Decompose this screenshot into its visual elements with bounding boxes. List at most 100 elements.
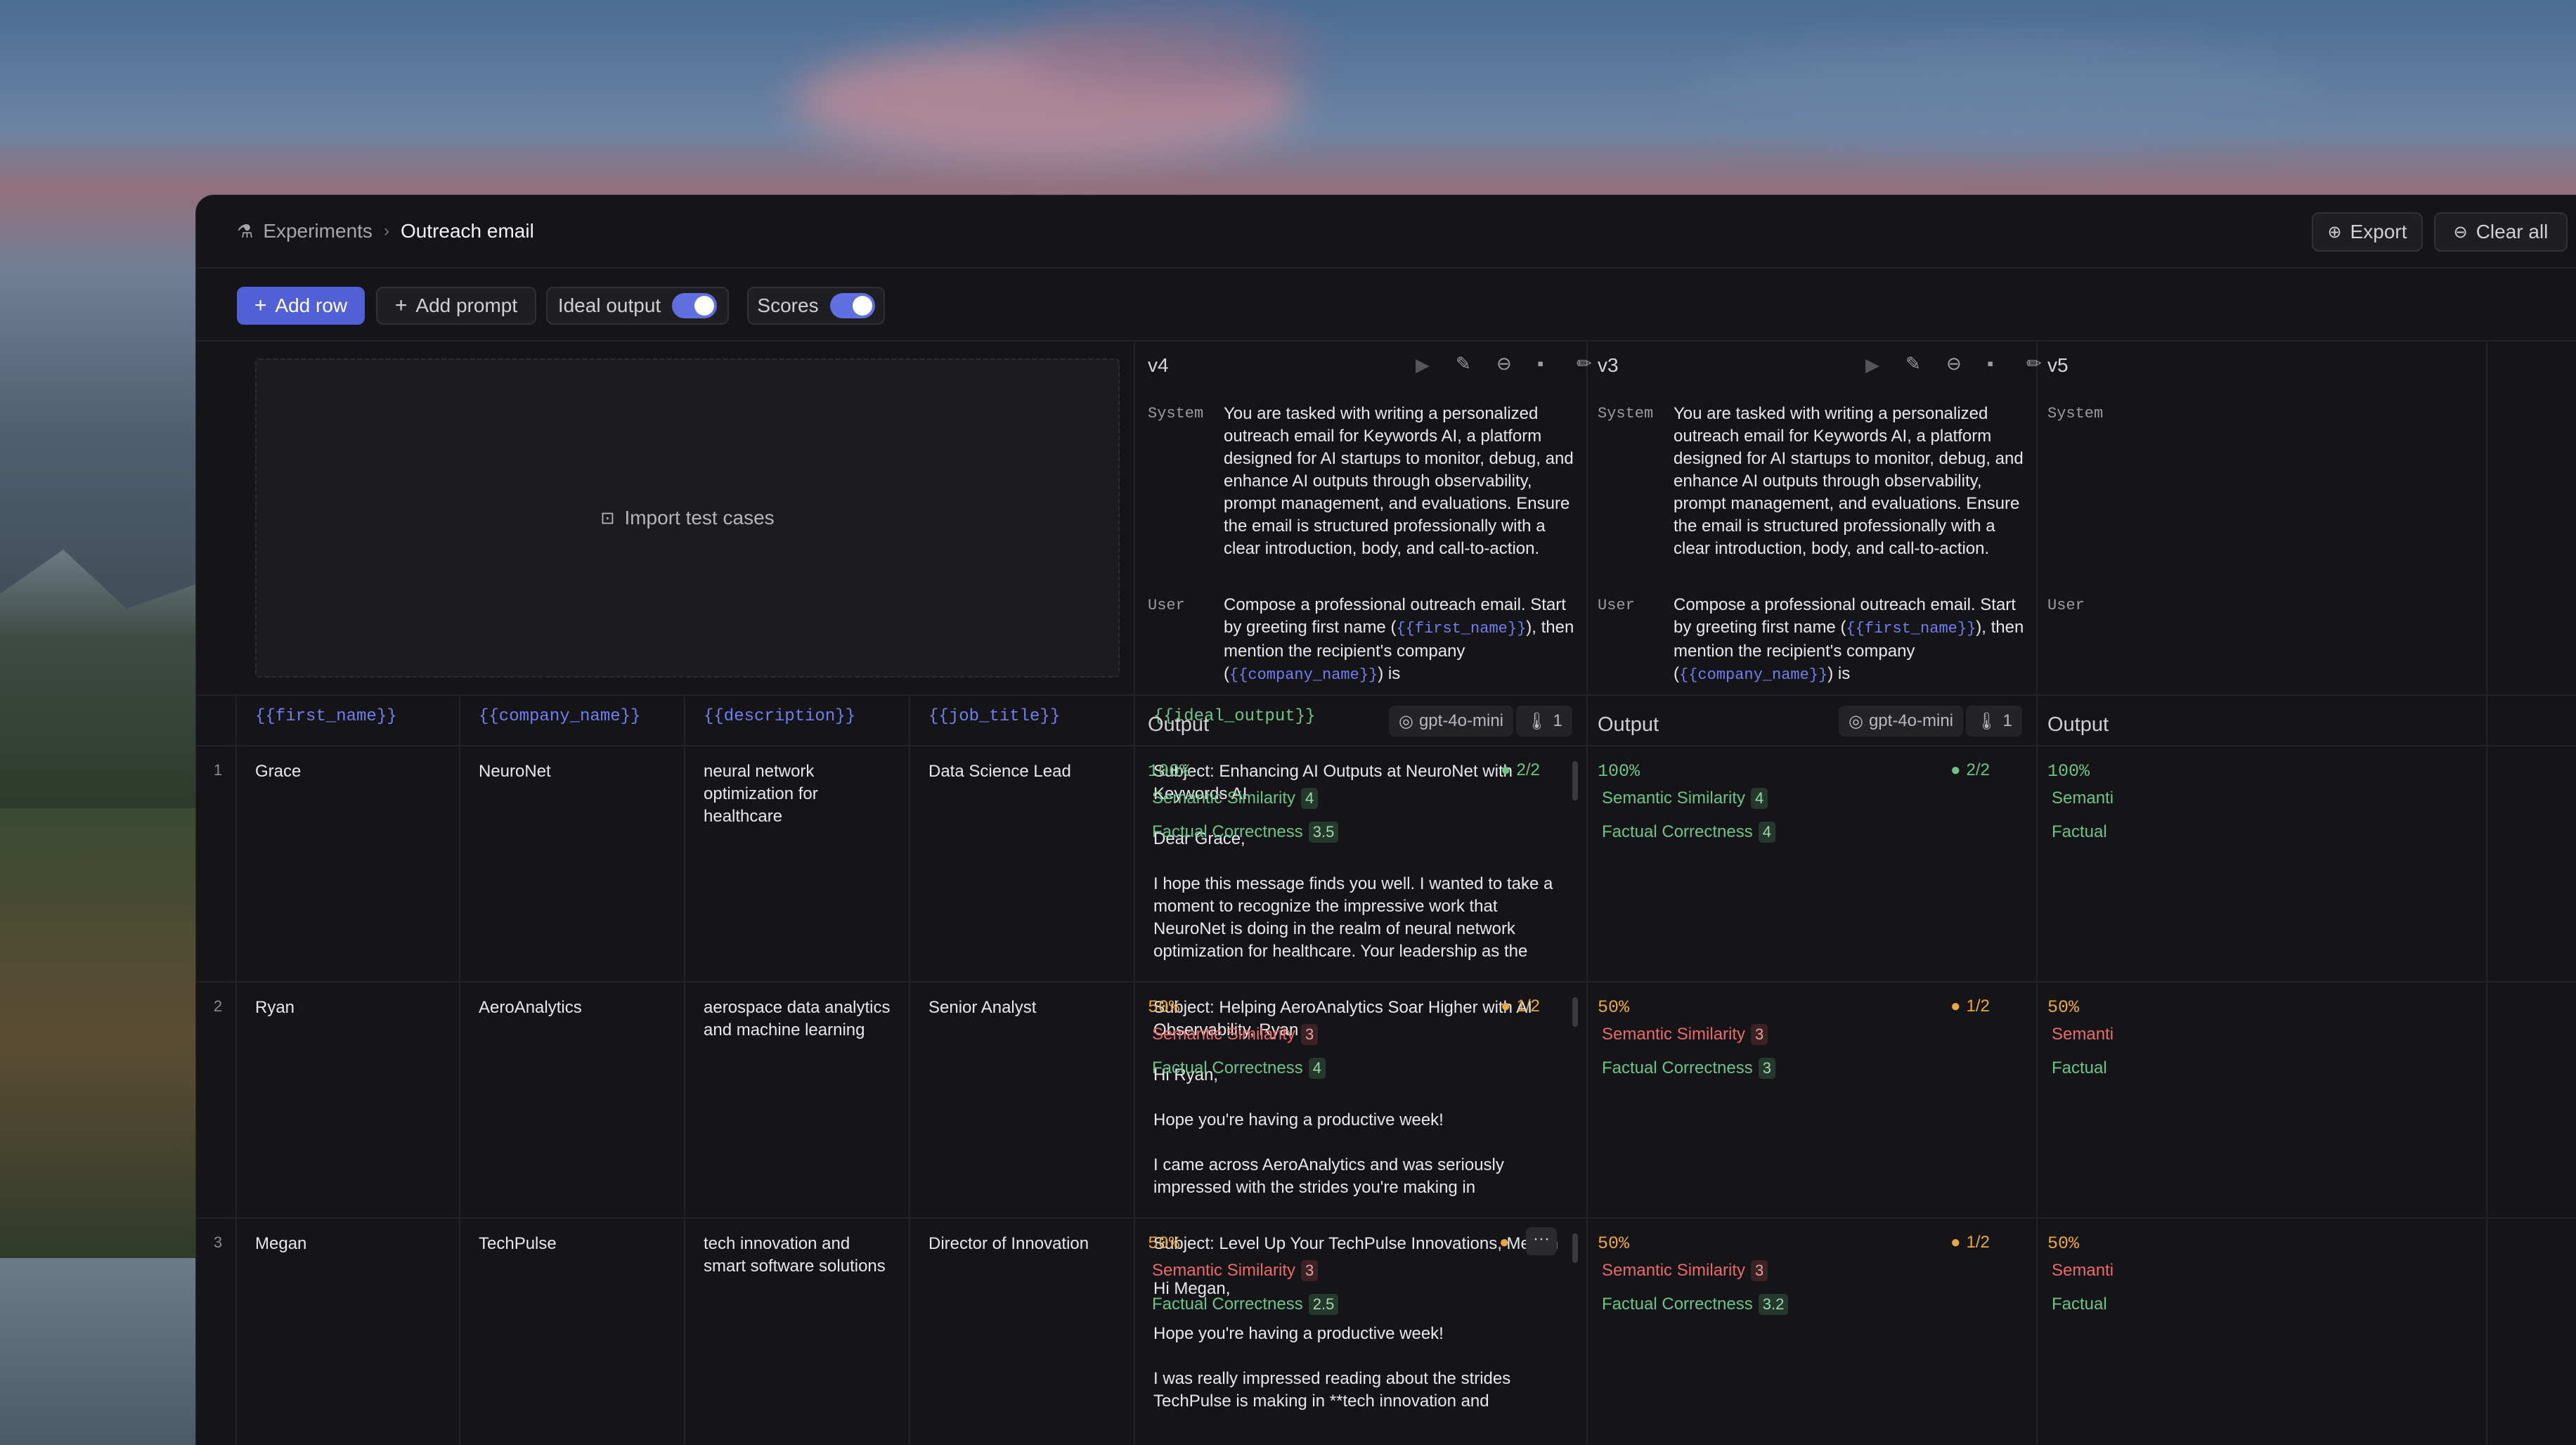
model-selector[interactable]: ◎ gpt-4o-mini <box>1389 706 1513 737</box>
column-header-first-name[interactable]: {{first_name}} <box>255 707 397 726</box>
cell-company[interactable]: AeroAnalytics <box>479 997 582 1019</box>
cell-first-name[interactable]: Grace <box>255 760 301 783</box>
template-variable: {{company_name}} <box>1229 666 1378 684</box>
divider <box>1134 342 1135 1445</box>
cell-company[interactable]: TechPulse <box>479 1233 557 1255</box>
clear-all-button[interactable]: ⊖ Clear all <box>2434 212 2568 252</box>
magic-wand-icon[interactable]: ✎ <box>1905 353 1921 375</box>
export-button[interactable]: ⊕ Export <box>2312 212 2423 252</box>
scroll-handle[interactable] <box>1572 761 1578 801</box>
minus-circle-icon[interactable]: ⊖ <box>1496 353 1512 375</box>
metric-semantic-similarity[interactable]: Semanti <box>2052 1258 2114 1283</box>
score-percent: 100% <box>2047 761 2090 782</box>
column-header-company-name[interactable]: {{company_name}} <box>479 707 640 726</box>
import-test-cases-area[interactable]: ⊡ Import test cases <box>255 358 1120 678</box>
score-count: ● 2/2 <box>1501 758 1540 783</box>
edit-icon[interactable]: ✏ <box>2026 353 2042 375</box>
cell-description[interactable]: tech innovation and smart software solut… <box>704 1233 893 1278</box>
temperature-value: 1 <box>2002 711 2012 730</box>
metric-semantic-similarity[interactable]: Semanti <box>2052 1022 2114 1047</box>
metric-factual-correctness[interactable]: Factual <box>2052 819 2107 845</box>
ideal-output-toggle[interactable]: Ideal output <box>546 287 729 325</box>
status-dot: ● <box>1499 1233 1510 1252</box>
metric-value: 3.5 <box>1308 822 1339 843</box>
export-label: Export <box>2350 221 2407 242</box>
column-header-description[interactable]: {{description}} <box>704 707 855 726</box>
metric-semantic-similarity[interactable]: Semantic Similarity 3 <box>1602 1258 1768 1283</box>
export-icon: ⊕ <box>2327 222 2342 242</box>
model-selector[interactable]: ◎ gpt-4o-mini <box>1839 706 1963 737</box>
metric-semantic-similarity[interactable]: Semantic Similarity 3 <box>1152 1258 1319 1283</box>
cloud <box>1687 42 2319 148</box>
metric-semantic-similarity[interactable]: Semantic Similarity 4 <box>1152 786 1319 811</box>
metric-value: 3 <box>1301 1260 1319 1281</box>
edit-icon[interactable]: ✏ <box>1577 353 1592 375</box>
more-menu-button[interactable]: ··· <box>1526 1227 1557 1255</box>
model-name: gpt-4o-mini <box>1868 711 1953 730</box>
system-label: System <box>2047 405 2104 422</box>
score-percent: 100% <box>1598 761 1640 782</box>
trash-icon[interactable]: ▪ <box>1987 353 1993 375</box>
metric-factual-correctness[interactable]: Factual Correctness 4 <box>1152 1056 1326 1081</box>
divider <box>196 694 2576 696</box>
cell-description[interactable]: neural network optimization for healthca… <box>704 760 893 828</box>
metric-name: Semantic Similarity <box>1602 789 1746 808</box>
cell-job-title[interactable]: Senior Analyst <box>928 997 1118 1019</box>
metric-semantic-similarity[interactable]: Semantic Similarity 3 <box>1152 1022 1319 1047</box>
scores-label: Scores <box>757 294 819 316</box>
score-fraction: 1/2 <box>1966 997 1990 1016</box>
plus-icon: + <box>394 294 408 317</box>
add-row-button[interactable]: + Add row <box>237 287 365 325</box>
trash-icon[interactable]: ▪ <box>1537 353 1543 375</box>
system-label: System <box>1598 405 1654 422</box>
cell-job-title[interactable]: Data Science Lead <box>928 760 1118 783</box>
scroll-handle[interactable] <box>1572 997 1578 1027</box>
divider <box>909 694 910 1445</box>
metric-semantic-similarity[interactable]: Semantic Similarity 4 <box>1602 786 1768 811</box>
metric-factual-correctness[interactable]: Factual Correctness 3.5 <box>1152 819 1339 845</box>
metric-factual-correctness[interactable]: Factual Correctness 3.2 <box>1602 1292 1789 1317</box>
metric-factual-correctness[interactable]: Factual Correctness 3 <box>1602 1056 1775 1081</box>
metric-value: 2.5 <box>1308 1294 1339 1315</box>
cell-first-name[interactable]: Megan <box>255 1233 306 1255</box>
divider <box>235 694 237 1445</box>
chevron-right-icon: › <box>383 221 389 240</box>
play-icon[interactable]: ▶ <box>1865 354 1879 376</box>
magic-wand-icon[interactable]: ✎ <box>1456 353 1471 375</box>
play-icon[interactable]: ▶ <box>1416 354 1430 376</box>
scores-toggle[interactable]: Scores <box>747 287 885 325</box>
ideal-output-switch[interactable] <box>672 293 718 318</box>
user-prompt-text[interactable]: Compose a professional outreach email. S… <box>1674 594 2025 684</box>
top-bar: ⚗ Experiments › Outreach email ⊕ Export … <box>196 195 2576 268</box>
metric-value: 3 <box>1301 1024 1319 1045</box>
breadcrumb-current: Outreach email <box>400 220 534 242</box>
import-label: Import test cases <box>624 507 775 529</box>
cell-description[interactable]: aerospace data analytics and machine lea… <box>704 997 907 1042</box>
scroll-handle[interactable] <box>1572 1233 1578 1263</box>
column-header-job-title[interactable]: {{job_title}} <box>928 707 1060 726</box>
system-prompt-text[interactable]: You are tasked with writing a personaliz… <box>1674 403 2025 560</box>
score-count: ● 1/2 <box>1950 1230 1990 1255</box>
minus-circle-icon[interactable]: ⊖ <box>1946 353 1962 375</box>
metric-semantic-similarity[interactable]: Semantic Similarity 3 <box>1602 1022 1768 1047</box>
score-percent: 50% <box>2047 997 2080 1018</box>
metric-factual-correctness[interactable]: Factual <box>2052 1292 2107 1317</box>
cell-company[interactable]: NeuroNet <box>479 760 551 783</box>
divider <box>1586 342 1588 1445</box>
metric-factual-correctness[interactable]: Factual Correctness 4 <box>1602 819 1775 845</box>
cell-job-title[interactable]: Director of Innovation <box>928 1233 1118 1255</box>
cell-first-name[interactable]: Ryan <box>255 997 295 1019</box>
metric-factual-correctness[interactable]: Factual <box>2052 1056 2107 1081</box>
temperature-badge[interactable]: 🌡 1 <box>1966 706 2022 737</box>
metric-value: 3.2 <box>1758 1294 1789 1315</box>
metric-semantic-similarity[interactable]: Semanti <box>2052 786 2114 811</box>
metric-factual-correctness[interactable]: Factual Correctness 2.5 <box>1152 1292 1339 1317</box>
user-prompt-text[interactable]: Compose a professional outreach email. S… <box>1224 594 1575 684</box>
system-prompt-text[interactable]: You are tasked with writing a personaliz… <box>1224 403 1575 560</box>
add-prompt-button[interactable]: + Add prompt <box>376 287 536 325</box>
breadcrumb-experiments[interactable]: Experiments <box>263 220 373 242</box>
score-percent: 50% <box>1598 997 1630 1018</box>
scores-switch[interactable] <box>829 293 875 318</box>
temperature-badge[interactable]: 🌡 1 <box>1516 706 1572 737</box>
breadcrumb: ⚗ Experiments › Outreach email <box>237 220 534 242</box>
